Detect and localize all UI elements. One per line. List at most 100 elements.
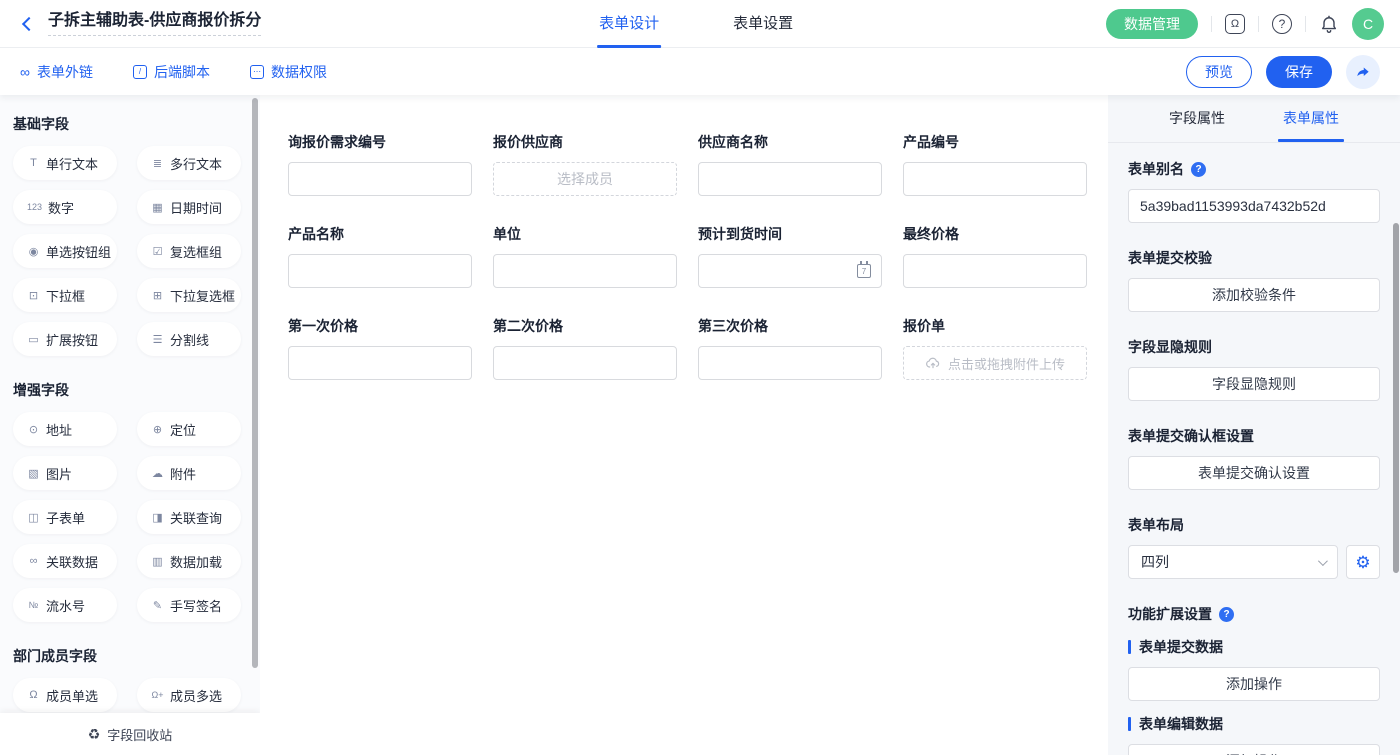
sidebar-item-location[interactable]: ⊕定位 xyxy=(137,412,241,446)
sidebar-item-label: 单行文本 xyxy=(46,154,98,173)
sidebar-item-multi-line-text[interactable]: ≣多行文本 xyxy=(137,146,241,180)
text-input-second-price[interactable] xyxy=(493,346,677,380)
sidebar-item-member-multi[interactable]: Ω+成员多选 xyxy=(137,678,241,712)
cloud-upload-icon xyxy=(925,356,941,370)
script-icon: / xyxy=(133,65,147,79)
field-visibility-button[interactable]: 字段显隐规则 xyxy=(1128,367,1380,401)
form-external-link[interactable]: ∞ 表单外链 xyxy=(20,62,93,82)
share-button[interactable] xyxy=(1346,55,1380,89)
field-recycle-bin[interactable]: ♻ 字段回收站 xyxy=(0,713,260,755)
sidebar-item-member-single[interactable]: Ω成员单选 xyxy=(13,678,117,712)
save-button[interactable]: 保存 xyxy=(1266,56,1332,88)
data-permission-link[interactable]: ⋯ 数据权限 xyxy=(250,62,327,82)
single-line-text-icon: T xyxy=(27,157,40,169)
help-icon[interactable]: ? xyxy=(1219,607,1234,622)
dropdown-icon: ⊡ xyxy=(27,289,40,302)
sidebar-item-extend-button[interactable]: ▭扩展按钮 xyxy=(13,322,117,356)
back-icon[interactable] xyxy=(22,16,36,30)
sidebar-item-signature[interactable]: ✎手写签名 xyxy=(137,588,241,622)
sidebar-item-relate-query[interactable]: ◨关联查询 xyxy=(137,500,241,534)
sidebar-item-image[interactable]: ▧图片 xyxy=(13,456,117,490)
sidebar-item-dropdown[interactable]: ⊡下拉框 xyxy=(13,278,117,312)
sidebar-item-label: 子表单 xyxy=(46,508,85,527)
date-input-expected-arrival-time[interactable]: 7 xyxy=(698,254,882,288)
form-field-quote-supplier: 报价供应商选择成员 xyxy=(493,132,677,196)
form-canvas: 询报价需求编号报价供应商选择成员供应商名称产品编号产品名称单位预计到货时间7最终… xyxy=(260,95,1108,755)
data-manage-button[interactable]: 数据管理 xyxy=(1106,9,1198,39)
sidebar-item-attachment[interactable]: ☁附件 xyxy=(137,456,241,490)
text-input-final-price[interactable] xyxy=(903,254,1087,288)
form-layout-select[interactable]: 四列 xyxy=(1128,545,1338,579)
divider xyxy=(1305,16,1306,32)
tab-form-properties[interactable]: 表单属性 xyxy=(1283,95,1339,142)
divider xyxy=(1211,16,1212,32)
bell-icon[interactable] xyxy=(1319,14,1339,34)
form-title[interactable]: 子拆主辅助表-供应商报价拆分 xyxy=(48,12,261,36)
checkbox-group-icon: ☑ xyxy=(151,245,164,258)
link-label: 数据权限 xyxy=(271,62,327,82)
preview-button[interactable]: 预览 xyxy=(1186,56,1252,88)
tab-form-settings[interactable]: 表单设置 xyxy=(733,0,793,48)
datetime-icon: ▦ xyxy=(151,201,164,214)
sidebar-item-label: 流水号 xyxy=(46,596,85,615)
submit-confirm-button[interactable]: 表单提交确认设置 xyxy=(1128,456,1380,490)
sidebar-item-label: 单选按钮组 xyxy=(46,242,111,261)
add-validation-button[interactable]: 添加校验条件 xyxy=(1128,278,1380,312)
text-input-supplier-name[interactable] xyxy=(698,162,882,196)
member-picker-quote-supplier[interactable]: 选择成员 xyxy=(493,162,677,196)
sidebar-item-label: 数据加载 xyxy=(170,552,222,571)
link-label: 后端脚本 xyxy=(154,62,210,82)
form-alias-input[interactable]: 5a39bad1153993da7432b52d xyxy=(1128,189,1380,223)
sidebar-item-single-line-text[interactable]: T 单行文本 xyxy=(13,146,117,180)
chevron-down-icon xyxy=(1318,556,1328,566)
radio-group-icon: ◉ xyxy=(27,245,40,258)
text-input-first-price[interactable] xyxy=(288,346,472,380)
sidebar-item-data-load[interactable]: ▥数据加载 xyxy=(137,544,241,578)
sidebar-item-number[interactable]: 123数字 xyxy=(13,190,117,224)
upload-placeholder: 点击或拖拽附件上传 xyxy=(948,354,1065,373)
recycle-icon: ♻ xyxy=(88,726,101,743)
sidebar-item-label: 复选框组 xyxy=(170,242,222,261)
member-multi-icon: Ω+ xyxy=(151,690,164,700)
sidebar-item-checkbox-group[interactable]: ☑ 复选框组 xyxy=(137,234,241,268)
sidebar-item-serial-number[interactable]: №流水号 xyxy=(13,588,117,622)
divider-icon: ☰ xyxy=(151,333,164,346)
sidebar-item-address[interactable]: ⊙地址 xyxy=(13,412,117,446)
text-input-inquiry-request-no[interactable] xyxy=(288,162,472,196)
submit-data-add-action-button[interactable]: 添加操作 xyxy=(1128,667,1380,701)
main-tabs: 表单设计 表单设置 xyxy=(599,0,793,48)
window-scrollbar[interactable] xyxy=(1393,223,1399,573)
contacts-icon[interactable]: Ω xyxy=(1225,14,1245,34)
link-label: 表单外链 xyxy=(37,62,93,82)
text-input-product-no[interactable] xyxy=(903,162,1087,196)
sidebar-item-multi-dropdown[interactable]: ⊞下拉复选框 xyxy=(137,278,241,312)
text-input-third-price[interactable] xyxy=(698,346,882,380)
sidebar-item-datetime[interactable]: ▦日期时间 xyxy=(137,190,241,224)
edit-data-add-action-button[interactable]: 添加操作 xyxy=(1128,744,1380,755)
layout-settings-button[interactable]: ⚙ xyxy=(1346,545,1380,579)
signature-icon: ✎ xyxy=(151,599,164,612)
sidebar-scrollbar[interactable] xyxy=(252,98,258,668)
help-icon[interactable]: ? xyxy=(1272,14,1292,34)
text-input-unit[interactable] xyxy=(493,254,677,288)
sidebar-item-radio-group[interactable]: ◉ 单选按钮组 xyxy=(13,234,117,268)
properties-panel: 字段属性 表单属性 表单别名 ? 5a39bad1153993da7432b52… xyxy=(1108,95,1400,755)
sidebar-item-subform[interactable]: ◫子表单 xyxy=(13,500,117,534)
help-icon[interactable]: ? xyxy=(1191,162,1206,177)
sidebar-item-relate-data[interactable]: ∞关联数据 xyxy=(13,544,117,578)
sidebar-item-label: 分割线 xyxy=(170,330,209,349)
form-field-third-price: 第三次价格 xyxy=(698,316,882,380)
avatar[interactable]: C xyxy=(1352,8,1384,40)
upload-area-quotation-file[interactable]: 点击或拖拽附件上传 xyxy=(903,346,1087,380)
sidebar-item-label: 附件 xyxy=(170,464,196,483)
form-field-second-price: 第二次价格 xyxy=(493,316,677,380)
sidebar-item-label: 地址 xyxy=(46,420,72,439)
backend-script-link[interactable]: / 后端脚本 xyxy=(133,62,210,82)
group-marker xyxy=(1128,717,1131,731)
text-input-product-name[interactable] xyxy=(288,254,472,288)
tab-field-properties[interactable]: 字段属性 xyxy=(1169,95,1225,142)
location-icon: ⊕ xyxy=(151,423,164,436)
tab-form-design[interactable]: 表单设计 xyxy=(599,0,659,48)
sidebar-item-divider[interactable]: ☰ 分割线 xyxy=(137,322,241,356)
submit-confirm-label: 表单提交确认框设置 xyxy=(1128,426,1380,446)
